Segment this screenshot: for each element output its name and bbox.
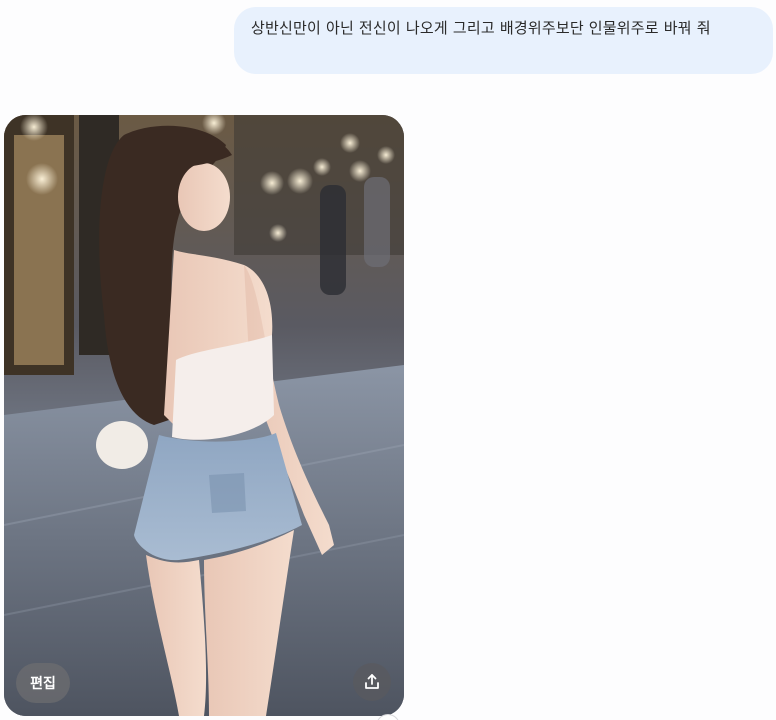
edit-button-label: 편집: [30, 676, 56, 692]
chat-thread: 상반신만이 아닌 전신이 나오게 그리고 배경위주보단 인물위주로 바꿔 줘 편…: [0, 0, 776, 720]
user-message-text: 상반신만이 아닌 전신이 나오게 그리고 배경위주보단 인물위주로 바꿔 줘: [251, 19, 711, 37]
edit-button[interactable]: 편집: [16, 663, 70, 703]
generated-image-card[interactable]: 편집: [4, 115, 404, 716]
share-button[interactable]: [353, 663, 391, 701]
generated-image[interactable]: [4, 115, 404, 716]
share-upload-icon: [365, 674, 379, 689]
user-message-bubble: 상반신만이 아닌 전신이 나오게 그리고 배경위주보단 인물위주로 바꿔 줘: [234, 7, 773, 74]
